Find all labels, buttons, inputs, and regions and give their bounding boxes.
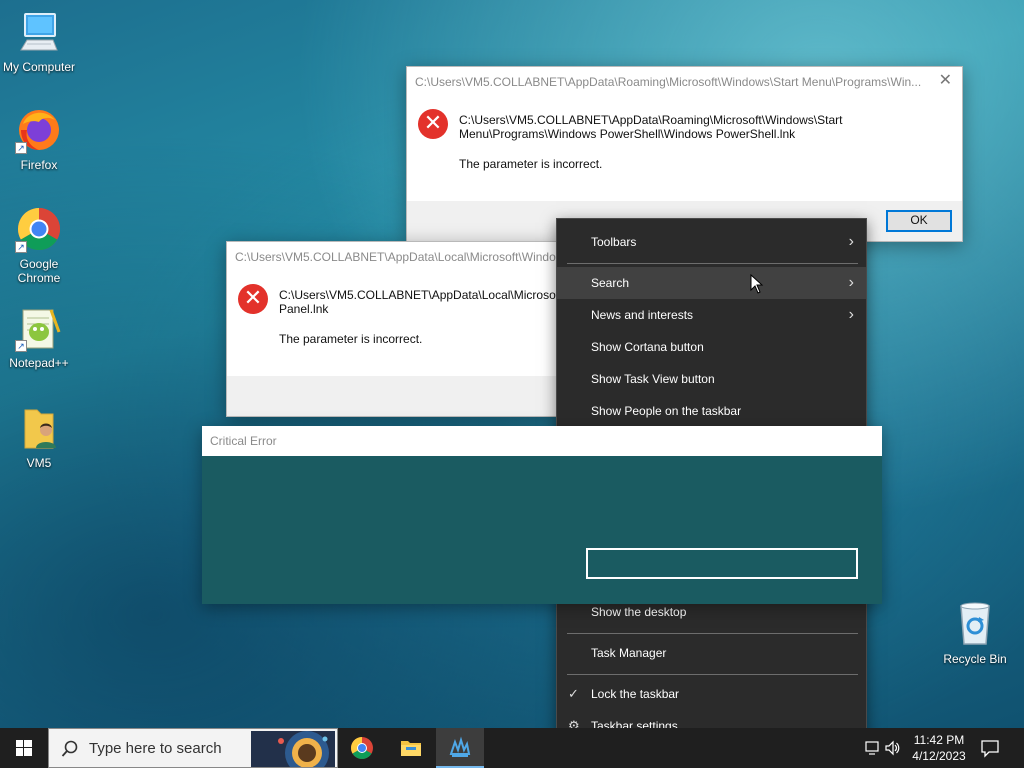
critical-error-input-box[interactable]	[586, 548, 858, 579]
desktop-icon-label: My Computer	[2, 60, 76, 74]
menu-separator	[567, 263, 858, 264]
desktop-icon-label: Firefox	[20, 158, 58, 172]
desktop-icon-label: Recycle Bin	[943, 652, 1007, 666]
critical-error-window: Critical Error	[202, 426, 882, 604]
menu-item-show-people[interactable]: Show People on the taskbar	[557, 395, 866, 427]
clock-time: 11:42 PM	[913, 733, 965, 747]
shortcut-arrow-icon: ↗	[15, 241, 27, 253]
error-message-path-cont: Menu\Programs\Windows PowerShell\Windows…	[459, 127, 796, 141]
network-icon[interactable]	[864, 740, 880, 759]
taskbar-app-chrome[interactable]	[338, 728, 386, 768]
menu-item-toolbars[interactable]: Toolbars ›	[557, 226, 866, 258]
desktop-icon-label: VM5	[26, 456, 52, 470]
recycle-bin-icon	[951, 600, 999, 648]
shortcut-arrow-icon: ↗	[15, 142, 27, 154]
menu-item-lock-the-taskbar[interactable]: ✓ Lock the taskbar	[557, 678, 866, 710]
taskbar-search-box[interactable]: Type here to search	[48, 728, 338, 768]
error-message-text: The parameter is incorrect.	[459, 157, 603, 171]
chevron-right-icon: ›	[848, 306, 854, 323]
shortcut-arrow-icon: ↗	[15, 340, 27, 352]
taskbar-clock[interactable]: 11:42 PM 4/12/2023	[904, 732, 974, 764]
menu-item-news-and-interests[interactable]: News and interests ›	[557, 299, 866, 331]
error-icon: ✕	[238, 284, 268, 314]
desktop-icon-notepad-plus-plus[interactable]: ↗ Notepad++	[0, 304, 78, 370]
dialog-title: C:\Users\VM5.COLLABNET\AppData\Local\Mic…	[235, 250, 556, 264]
critical-error-titlebar[interactable]: Critical Error	[202, 426, 882, 456]
desktop-icon-label: Notepad++	[9, 356, 69, 370]
desktop-icon-recycle-bin[interactable]: Recycle Bin	[936, 600, 1014, 666]
mouse-cursor-icon	[750, 273, 764, 297]
dialog-titlebar[interactable]: C:\Users\VM5.COLLABNET\AppData\Roaming\M…	[407, 67, 962, 97]
chevron-right-icon: ›	[848, 274, 854, 291]
search-highlight-image	[251, 731, 335, 767]
taskbar-app-file-explorer[interactable]	[387, 728, 435, 768]
chevron-right-icon: ›	[848, 233, 854, 250]
desktop-icon-vm5[interactable]: VM5	[0, 404, 78, 470]
menu-separator	[567, 674, 858, 675]
computer-icon	[15, 8, 63, 56]
start-button[interactable]	[0, 728, 48, 768]
error-message-path-cont: Panel.lnk	[279, 302, 329, 316]
error-message-text: The parameter is incorrect.	[279, 332, 423, 346]
clock-date: 4/12/2023	[912, 749, 966, 763]
chrome-icon: ↗	[15, 205, 63, 253]
error-message-path: C:\Users\VM5.COLLABNET\AppData\Local\Mic…	[279, 288, 560, 302]
error-dialog-powershell: C:\Users\VM5.COLLABNET\AppData\Roaming\M…	[406, 66, 963, 242]
search-icon	[61, 740, 78, 757]
menu-item-task-manager[interactable]: Task Manager	[557, 637, 866, 669]
search-placeholder: Type here to search	[89, 740, 222, 757]
ok-button[interactable]: OK	[886, 210, 952, 232]
notepad-plus-plus-icon: ↗	[15, 304, 63, 352]
error-icon: ✕	[418, 109, 448, 139]
error-dialog-control-panel: C:\Users\VM5.COLLABNET\AppData\Local\Mic…	[226, 241, 566, 417]
menu-item-show-task-view-button[interactable]: Show Task View button	[557, 363, 866, 395]
app-icon	[449, 736, 471, 757]
desktop-icon-label: Google Chrome	[17, 257, 61, 285]
firefox-icon: ↗	[15, 106, 63, 154]
taskbar: Type here to search 11:42 PM 4/12/2023	[0, 728, 1024, 768]
desktop-icon-google-chrome[interactable]: ↗ Google Chrome	[0, 205, 78, 285]
desktop-icon-firefox[interactable]: ↗ Firefox	[0, 106, 78, 172]
dialog-titlebar[interactable]: C:\Users\VM5.COLLABNET\AppData\Local\Mic…	[227, 242, 565, 272]
menu-item-search[interactable]: Search ›	[557, 267, 866, 299]
user-folder-icon	[15, 404, 63, 452]
windows-logo-icon	[16, 740, 32, 756]
menu-separator	[567, 633, 858, 634]
volume-icon[interactable]	[884, 740, 900, 759]
desktop-icon-my-computer[interactable]: My Computer	[0, 8, 78, 74]
close-icon[interactable]: ✕	[939, 67, 952, 95]
dialog-title: C:\Users\VM5.COLLABNET\AppData\Roaming\M…	[415, 75, 922, 89]
file-explorer-icon	[401, 741, 421, 756]
error-message-path: C:\Users\VM5.COLLABNET\AppData\Roaming\M…	[459, 113, 843, 127]
critical-error-title: Critical Error	[210, 434, 277, 448]
notification-center-icon[interactable]	[980, 738, 1000, 761]
chrome-icon	[351, 737, 373, 759]
taskbar-app-active[interactable]	[436, 728, 484, 768]
checkmark-icon: ✓	[568, 686, 579, 701]
menu-item-show-cortana-button[interactable]: Show Cortana button	[557, 331, 866, 363]
